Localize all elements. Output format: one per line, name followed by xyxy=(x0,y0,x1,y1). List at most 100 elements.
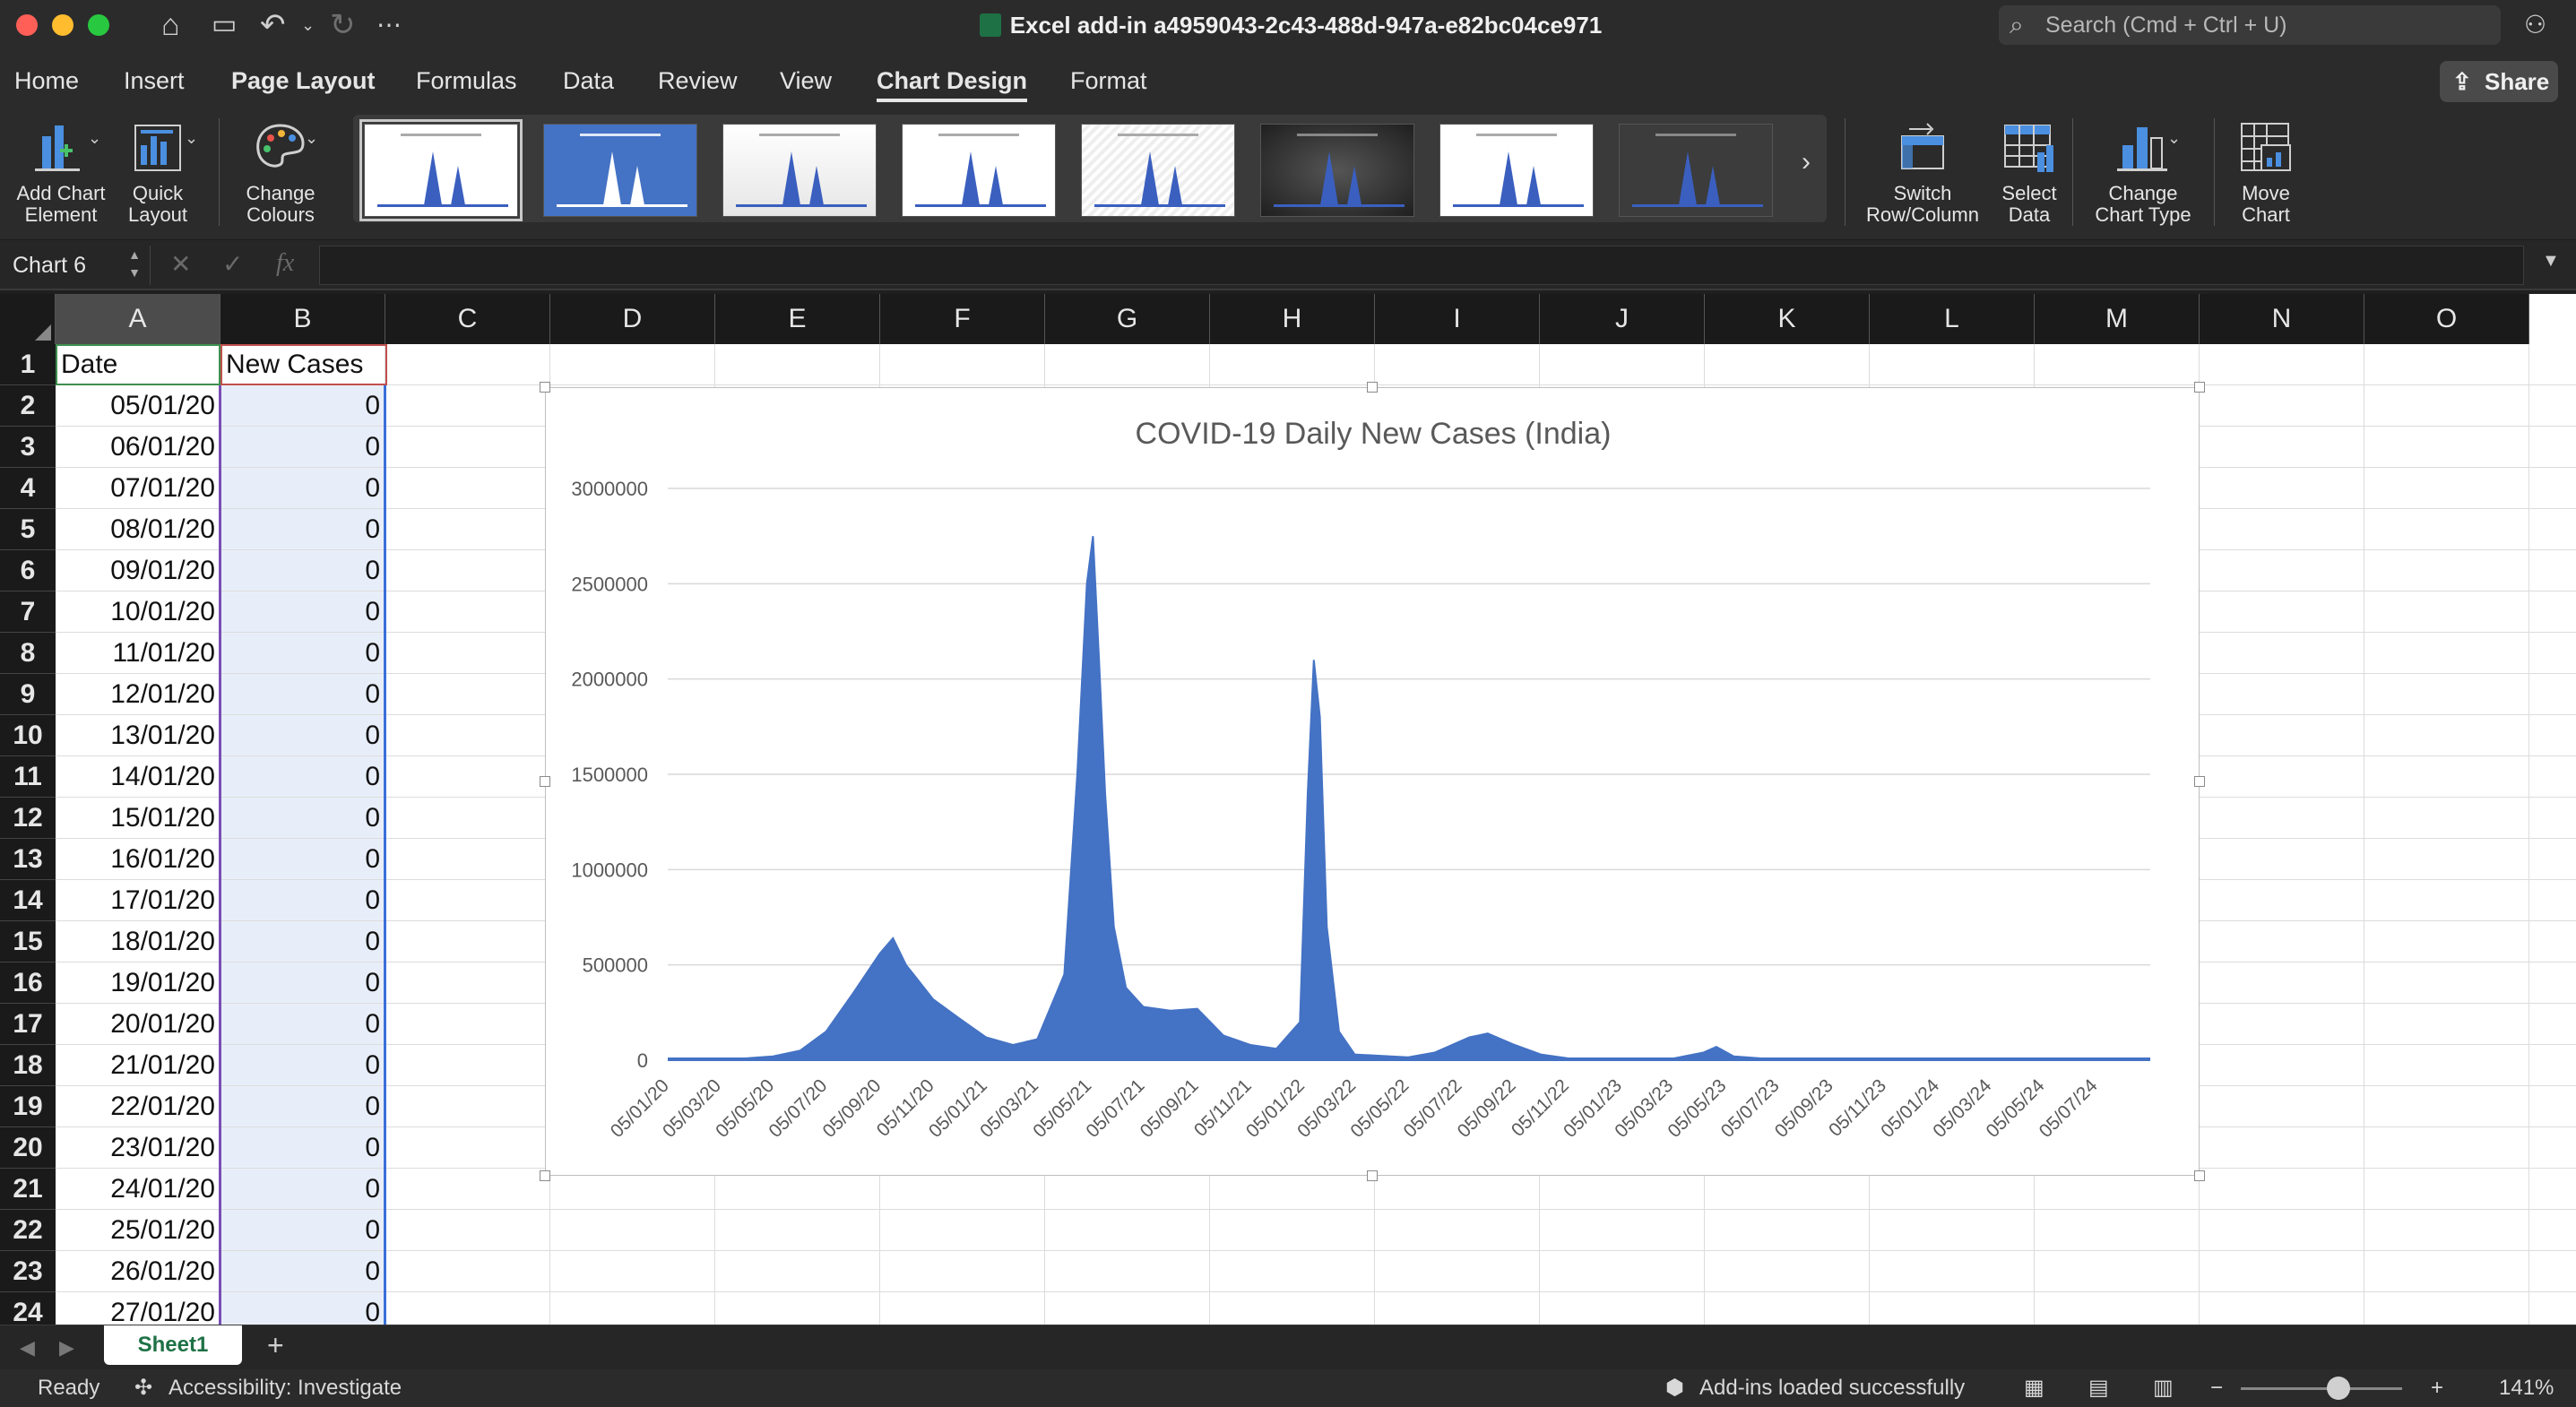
more-commands-icon[interactable]: ⋯ xyxy=(376,7,402,43)
column-header-j[interactable]: J xyxy=(1540,294,1705,344)
cell-date[interactable]: 15/01/20 xyxy=(56,798,220,839)
cell-new-cases[interactable]: 0 xyxy=(220,798,385,839)
worksheet-grid[interactable]: ABCDEFGHIJKLMNO 1 2 3 4 5 6 7 8 9 10 11 12 13 14 15 16 1… xyxy=(0,294,2576,1325)
series-area-new-cases[interactable] xyxy=(668,536,2150,1061)
row-header-15[interactable]: 15 xyxy=(0,921,56,962)
column-header-m[interactable]: M xyxy=(2035,294,2200,344)
cell-date[interactable]: 19/01/20 xyxy=(56,962,220,1004)
enter-icon[interactable]: ✓ xyxy=(222,249,243,279)
select-data-button[interactable]: Select Data xyxy=(1986,118,2072,231)
row-header-20[interactable]: 20 xyxy=(0,1127,56,1169)
quick-layout-dropdown-icon[interactable]: ⌄ xyxy=(185,129,198,148)
chevron-right-icon[interactable]: › xyxy=(1802,147,1811,177)
insert-function-icon[interactable]: fx xyxy=(276,249,294,278)
chart-resize-handle[interactable] xyxy=(540,1170,550,1181)
column-header-h[interactable]: H xyxy=(1210,294,1375,344)
cell-new-cases[interactable]: 0 xyxy=(220,1169,385,1210)
column-header-e[interactable]: E xyxy=(715,294,880,344)
zoom-slider[interactable] xyxy=(2241,1387,2402,1390)
cell-new-cases[interactable]: 0 xyxy=(220,921,385,962)
cell-new-cases[interactable]: 0 xyxy=(220,385,385,427)
row-header-5[interactable]: 5 xyxy=(0,509,56,550)
column-header-d[interactable]: D xyxy=(550,294,715,344)
column-header-f[interactable]: F xyxy=(880,294,1045,344)
cell-new-cases[interactable]: 0 xyxy=(220,591,385,633)
cell-date[interactable]: 13/01/20 xyxy=(56,715,220,756)
column-header-k[interactable]: K xyxy=(1705,294,1870,344)
cell-new-cases[interactable]: 0 xyxy=(220,839,385,880)
row-header-7[interactable]: 7 xyxy=(0,591,56,633)
chart-title[interactable]: COVID-19 Daily New Cases (India) xyxy=(1136,417,1612,451)
cell-date[interactable]: 24/01/20 xyxy=(56,1169,220,1210)
cell-new-cases[interactable]: 0 xyxy=(220,550,385,591)
home-icon[interactable]: ⌂ xyxy=(161,7,180,43)
row-header-19[interactable]: 19 xyxy=(0,1086,56,1127)
normal-view-icon[interactable]: ▦ xyxy=(2024,1375,2044,1402)
share-button[interactable]: ⇪ Share xyxy=(2440,61,2558,102)
redo-icon[interactable]: ↻ xyxy=(330,7,356,43)
zoom-out-icon[interactable]: − xyxy=(2210,1375,2223,1402)
row-header-11[interactable]: 11 xyxy=(0,756,56,798)
cell-new-cases[interactable]: 0 xyxy=(220,1292,385,1325)
cell-new-cases[interactable]: 0 xyxy=(220,962,385,1004)
chart-style-2[interactable] xyxy=(543,124,697,217)
cell-date[interactable]: 22/01/20 xyxy=(56,1086,220,1127)
cell-new-cases[interactable]: 0 xyxy=(220,468,385,509)
row-header-2[interactable]: 2 xyxy=(0,385,56,427)
switch-row-column-button[interactable]: Switch Row/Column xyxy=(1863,118,1983,231)
select-all-button[interactable] xyxy=(0,294,56,344)
chart-resize-handle[interactable] xyxy=(2194,382,2205,393)
chart-style-4[interactable] xyxy=(902,124,1056,217)
formula-input[interactable] xyxy=(319,246,2524,285)
cell-new-cases[interactable]: 0 xyxy=(220,509,385,550)
cell-date[interactable]: 27/01/20 xyxy=(56,1292,220,1325)
column-header-a[interactable]: A xyxy=(56,294,220,344)
row-header-12[interactable]: 12 xyxy=(0,798,56,839)
move-chart-button[interactable]: Move Chart xyxy=(2230,118,2302,231)
cell-new-cases[interactable]: 0 xyxy=(220,1210,385,1251)
row-header-17[interactable]: 17 xyxy=(0,1004,56,1045)
cell-date[interactable]: 10/01/20 xyxy=(56,591,220,633)
undo-dropdown-icon[interactable]: ⌄ xyxy=(301,7,315,43)
change-colours-dropdown-icon[interactable]: ⌄ xyxy=(305,129,318,148)
row-header-1[interactable]: 1 xyxy=(0,344,56,385)
cell-new-cases[interactable]: 0 xyxy=(220,1045,385,1086)
column-header-l[interactable]: L xyxy=(1870,294,2035,344)
row-header-4[interactable]: 4 xyxy=(0,468,56,509)
cell-new-cases[interactable]: 0 xyxy=(220,1004,385,1045)
row-header-23[interactable]: 23 xyxy=(0,1251,56,1292)
cell-date[interactable]: 25/01/20 xyxy=(56,1210,220,1251)
cell-new-cases[interactable]: 0 xyxy=(220,1251,385,1292)
zoom-level[interactable]: 141% xyxy=(2499,1375,2554,1402)
cell-date[interactable]: 12/01/20 xyxy=(56,674,220,715)
chart-style-6[interactable] xyxy=(1260,124,1414,217)
row-header-6[interactable]: 6 xyxy=(0,550,56,591)
cell-new-cases[interactable]: 0 xyxy=(220,427,385,468)
cell-date[interactable]: 17/01/20 xyxy=(56,880,220,921)
row-header-13[interactable]: 13 xyxy=(0,839,56,880)
cell-date[interactable]: 07/01/20 xyxy=(56,468,220,509)
row-header-22[interactable]: 22 xyxy=(0,1210,56,1251)
change-chart-type-button[interactable]: Change Chart Type xyxy=(2085,118,2201,231)
cell-date[interactable]: 05/01/20 xyxy=(56,385,220,427)
accessibility-status[interactable]: Accessibility: Investigate xyxy=(169,1375,402,1402)
chart-resize-handle[interactable] xyxy=(1367,1170,1378,1181)
chart-style-5[interactable] xyxy=(1081,124,1235,217)
close-window-button[interactable] xyxy=(16,14,38,36)
chart-style-7[interactable] xyxy=(1439,124,1594,217)
cell-new-cases[interactable]: 0 xyxy=(220,1086,385,1127)
zoom-window-button[interactable] xyxy=(88,14,109,36)
cell-new-cases[interactable]: 0 xyxy=(220,633,385,674)
chart-style-1[interactable] xyxy=(359,119,523,221)
cell-date[interactable]: 18/01/20 xyxy=(56,921,220,962)
row-header-8[interactable]: 8 xyxy=(0,633,56,674)
cell-date[interactable]: 16/01/20 xyxy=(56,839,220,880)
tab-format[interactable]: Format xyxy=(1070,65,1147,97)
cell-date[interactable]: 14/01/20 xyxy=(56,756,220,798)
row-header-14[interactable]: 14 xyxy=(0,880,56,921)
chart-resize-handle[interactable] xyxy=(540,776,550,787)
chart-style-8[interactable] xyxy=(1619,124,1773,217)
accessibility-icon[interactable]: ✣ xyxy=(134,1375,152,1402)
row-header-16[interactable]: 16 xyxy=(0,962,56,1004)
zoom-in-icon[interactable]: + xyxy=(2431,1375,2443,1402)
